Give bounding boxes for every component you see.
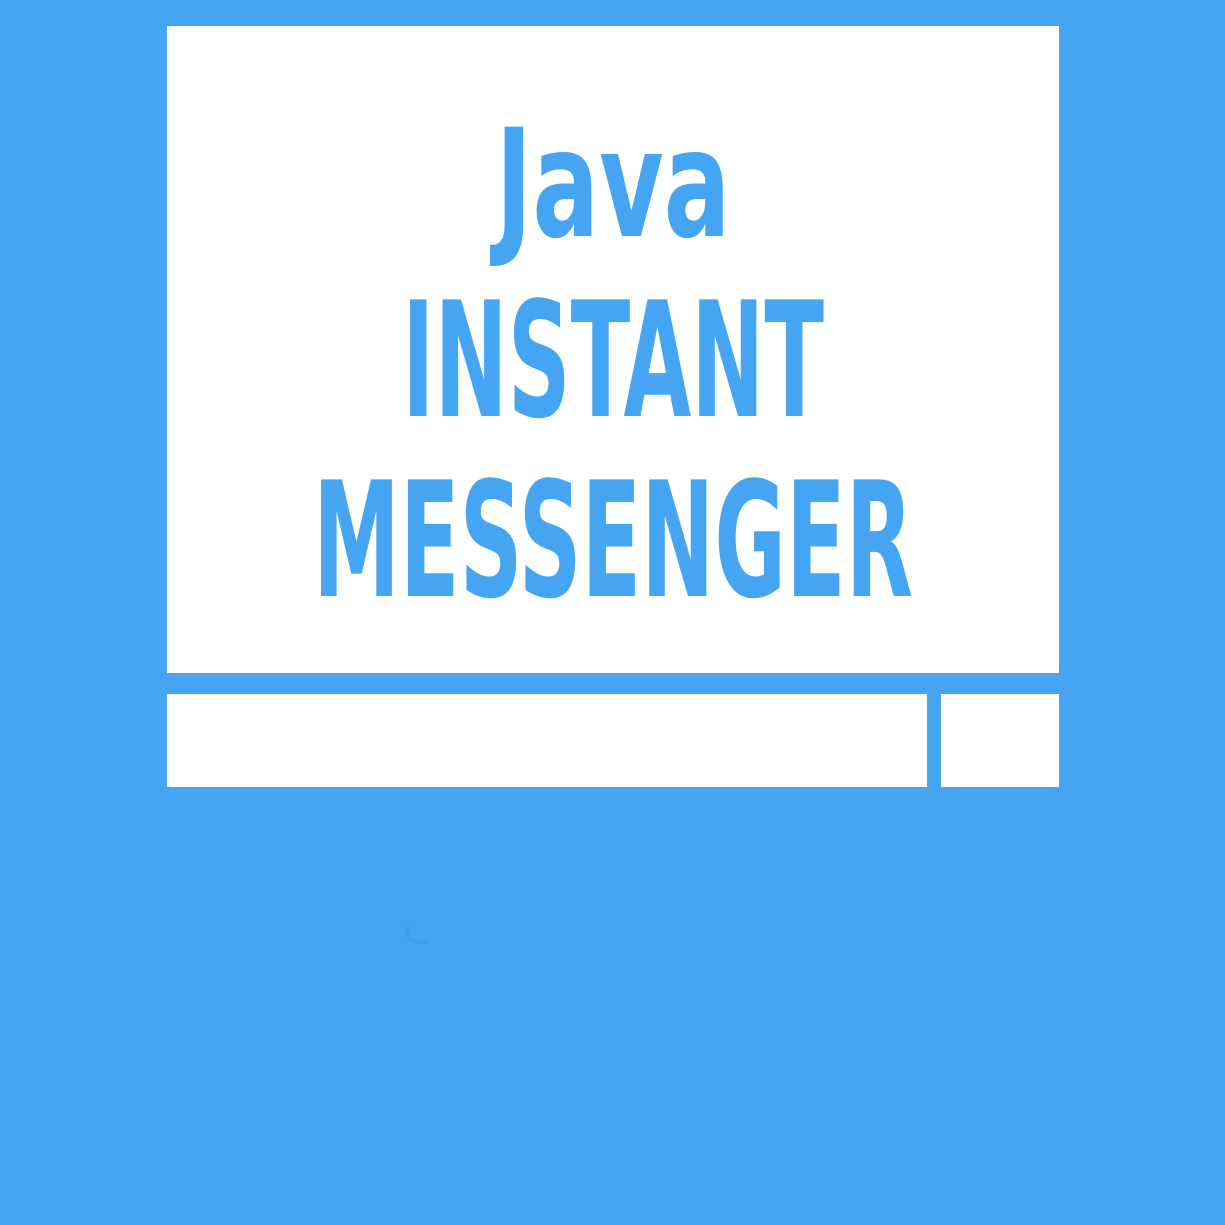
send-button[interactable] <box>941 694 1059 787</box>
app-title-line-2: INSTANT <box>402 267 824 454</box>
chat-display-area: Java INSTANT MESSENGER <box>167 26 1059 673</box>
cursor-artifact <box>405 926 427 944</box>
message-input[interactable] <box>167 694 927 787</box>
app-title-line-3: MESSENGER <box>313 447 913 634</box>
app-title: Java INSTANT MESSENGER <box>167 26 1059 673</box>
app-title-graphic: Java INSTANT MESSENGER <box>313 98 913 634</box>
app-title-line-1: Java <box>490 98 731 272</box>
